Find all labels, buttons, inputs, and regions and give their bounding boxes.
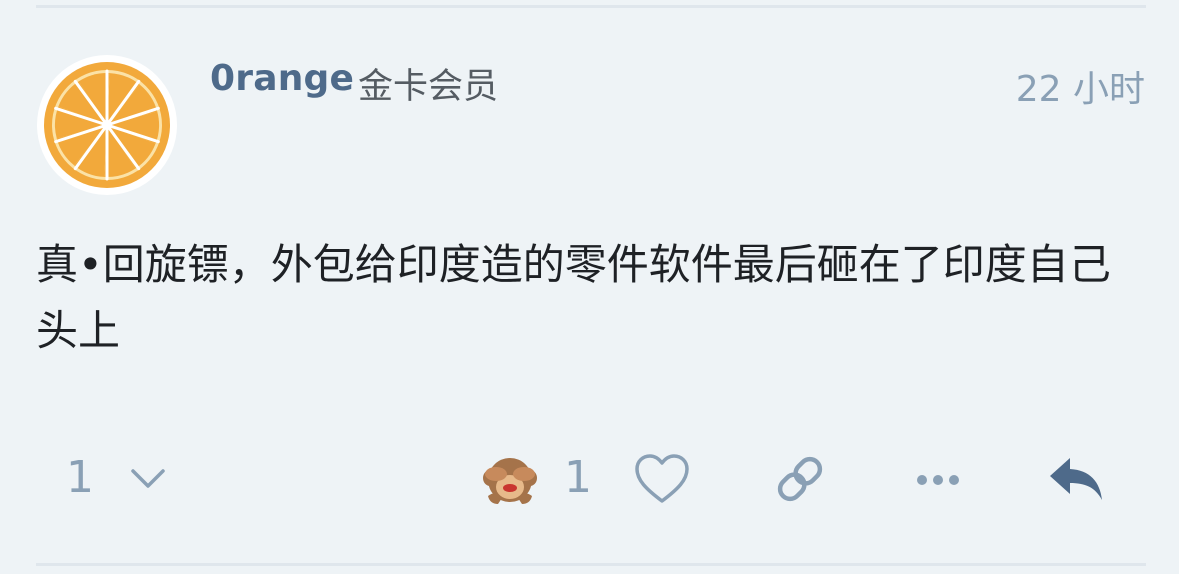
username[interactable]: 0range xyxy=(210,58,354,99)
link-icon[interactable] xyxy=(770,452,830,506)
member-badge: 金卡会员 xyxy=(358,67,499,107)
see-no-evil-monkey-icon[interactable] xyxy=(482,454,538,506)
bottom-divider xyxy=(36,563,1146,566)
timestamp[interactable]: 22 小时 xyxy=(1016,60,1145,112)
top-divider xyxy=(36,5,1146,8)
reaction-count[interactable]: 1 xyxy=(564,452,592,503)
more-icon[interactable] xyxy=(912,460,964,500)
vote-count[interactable]: 1 xyxy=(66,452,94,503)
post-content: 真•回旋镖，外包给印度造的零件软件最后砸在了印度自己头上 xyxy=(36,240,1111,355)
avatar-orange-icon[interactable] xyxy=(36,54,178,196)
chevron-down-icon[interactable] xyxy=(128,458,168,498)
heart-icon[interactable] xyxy=(632,452,692,506)
reply-icon[interactable] xyxy=(1044,452,1108,508)
